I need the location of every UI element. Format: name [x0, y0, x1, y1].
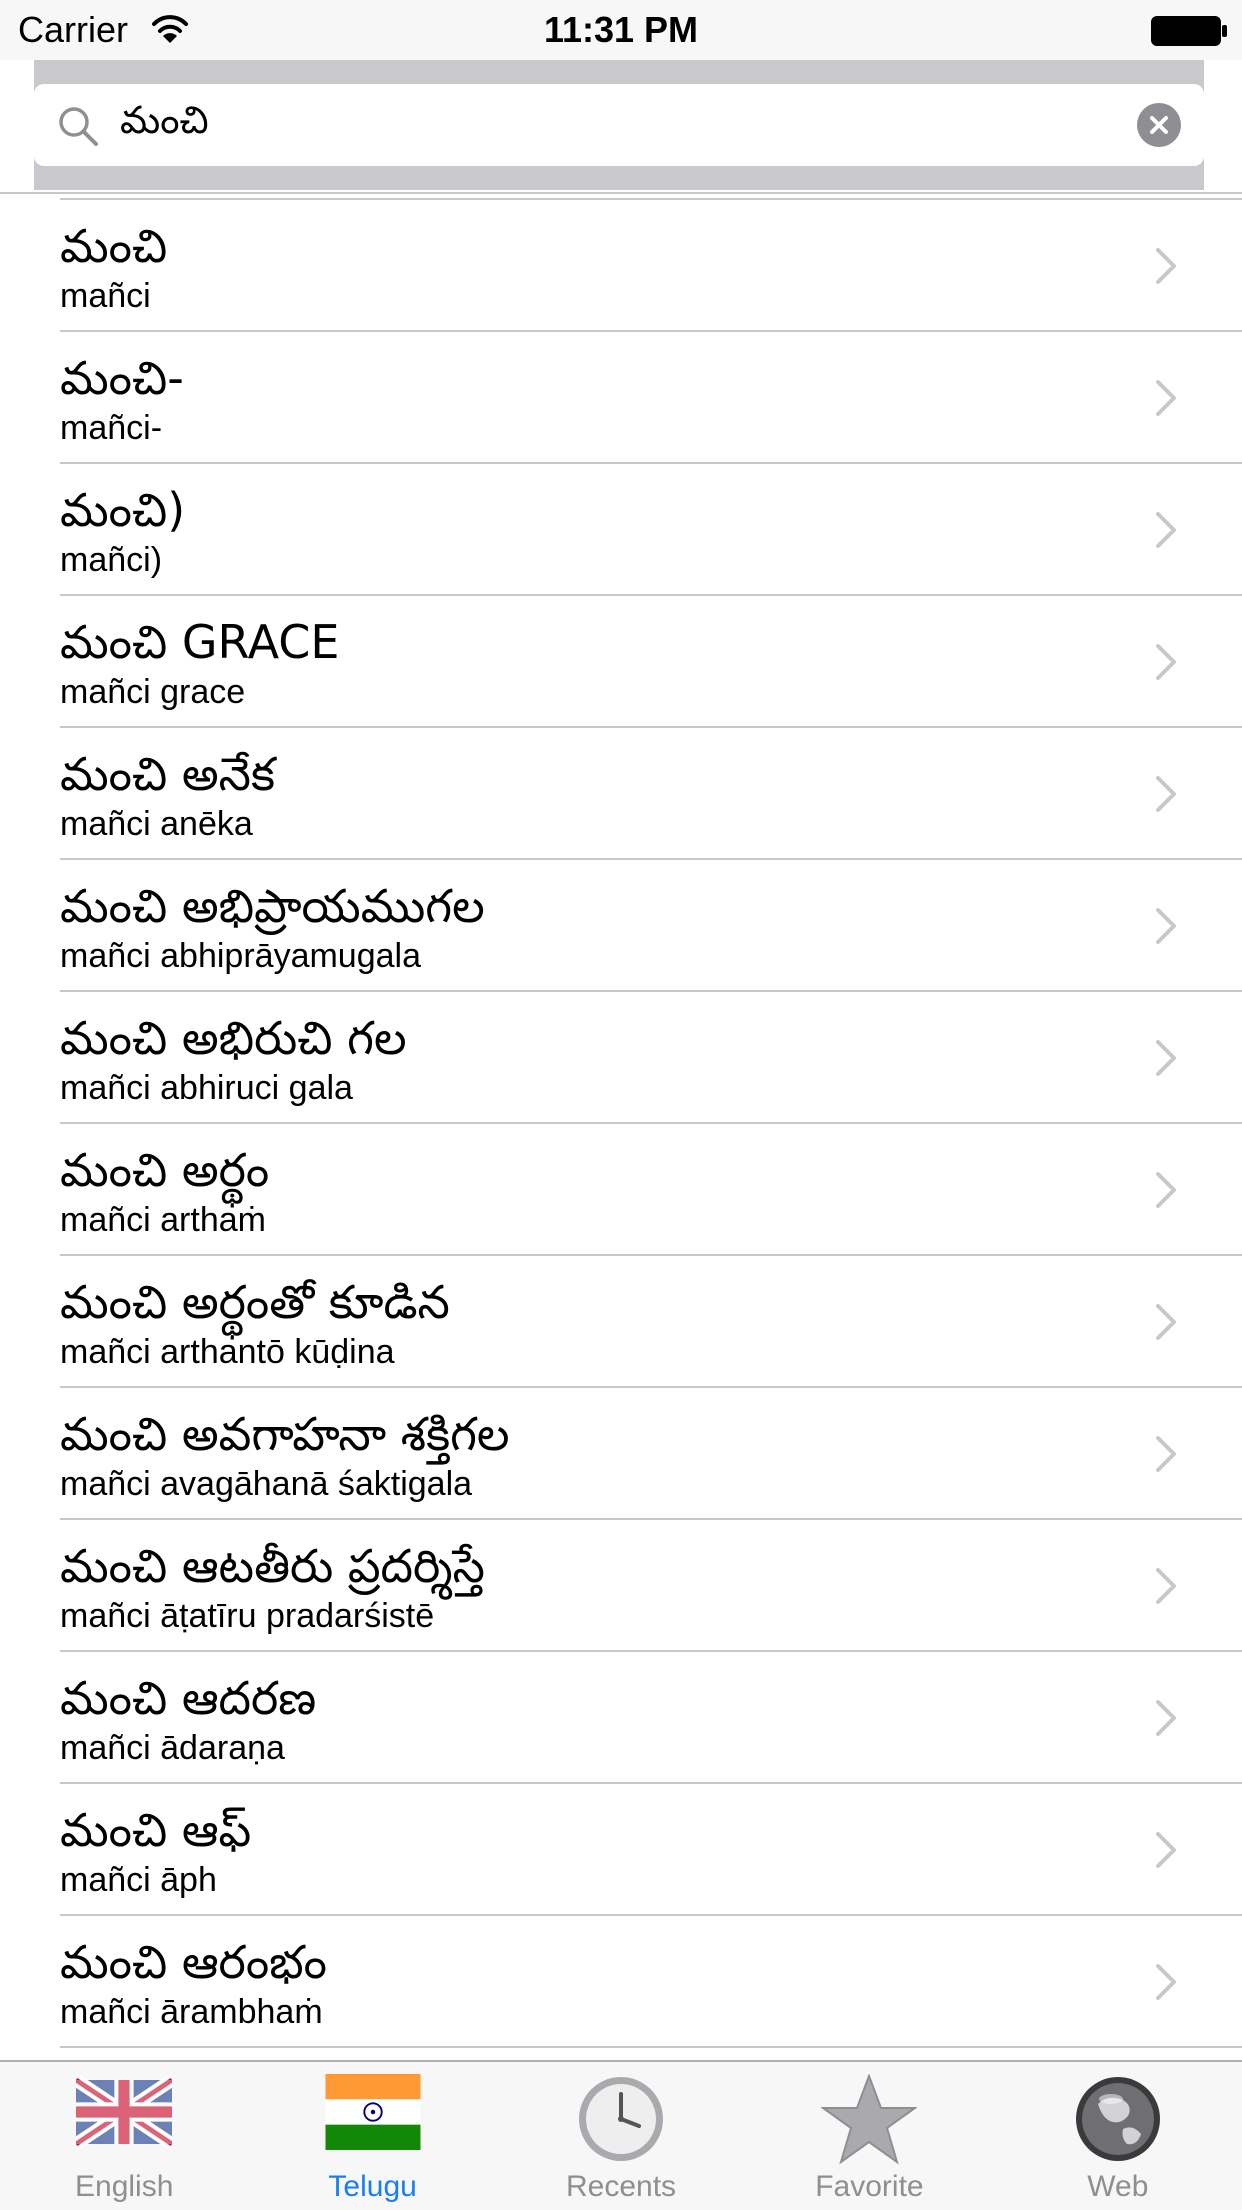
result-transliteration: mañci arthaṁ	[60, 1201, 266, 1239]
clock-icon	[579, 2077, 664, 2161]
result-transliteration: mañci)	[60, 541, 163, 579]
result-telugu: మంచి అభిప్రాయముగల	[60, 879, 485, 933]
result-telugu: మంచి అర్థం	[60, 1143, 270, 1197]
list-item[interactable]: మంచి ఆఫ్ mañci āph	[0, 1784, 1242, 1916]
result-telugu: మంచి అభిరుచి గల	[60, 1011, 407, 1065]
chevron-right-icon	[1156, 644, 1176, 680]
list-item[interactable]: మంచి అర్థం mañci arthaṁ	[0, 1124, 1242, 1256]
close-icon	[1150, 116, 1168, 134]
tab-english[interactable]: English	[0, 2062, 248, 2210]
uk-flag-icon	[76, 2074, 173, 2150]
tab-bar: English Telugu Recents Favorite Web	[0, 2060, 1242, 2210]
tab-label: Web	[1087, 2170, 1149, 2203]
result-transliteration: mañci arthantō kūḍina	[60, 1333, 395, 1371]
tab-telugu[interactable]: Telugu	[248, 2062, 496, 2210]
chevron-right-icon	[1156, 248, 1176, 284]
chevron-right-icon	[1156, 776, 1176, 812]
search-divider	[0, 192, 1242, 194]
list-item[interactable]: మంచి అర్థంతో కూడిన mañci arthantō kūḍina	[0, 1256, 1242, 1388]
result-transliteration: mañci	[60, 277, 151, 315]
list-item[interactable]: మంచి అభిప్రాయముగల mañci abhiprāyamugala	[0, 860, 1242, 992]
tab-label: Telugu	[328, 2170, 417, 2203]
list-item[interactable]: మంచి అభిరుచి గల mañci abhiruci gala	[0, 992, 1242, 1124]
chevron-right-icon	[1156, 1964, 1176, 2000]
list-item[interactable]: మంచి అనేక mañci anēka	[0, 728, 1242, 860]
chevron-right-icon	[1156, 1832, 1176, 1868]
result-transliteration: mañci āph	[60, 1861, 217, 1899]
search-icon	[59, 107, 98, 146]
result-telugu: మంచి GRACE	[60, 615, 340, 669]
chevron-right-icon	[1156, 1172, 1176, 1208]
result-telugu: మంచి ఆదరణ	[60, 1671, 317, 1725]
chevron-right-icon	[1156, 908, 1176, 944]
status-bar: Carrier 11:31 PM	[0, 0, 1242, 60]
battery-icon	[1151, 16, 1227, 46]
chevron-right-icon	[1156, 1040, 1176, 1076]
list-item[interactable]: మంచి- mañci-	[0, 332, 1242, 464]
result-transliteration: mañci abhiruci gala	[60, 1069, 353, 1107]
tab-label: Recents	[565, 2170, 677, 2203]
result-telugu: మంచి-	[60, 351, 184, 405]
list-item[interactable]: మంచి mañci	[0, 200, 1242, 332]
tab-favorite[interactable]: Favorite	[745, 2062, 993, 2210]
result-telugu: మంచి అవగాహనా శక్తిగల	[60, 1407, 510, 1461]
list-item[interactable]: మంచి ఆటతీరు ప్రదర్శిస్తే mañci āṭatīru p…	[0, 1520, 1242, 1652]
result-telugu: మంచి ఆఫ్	[60, 1803, 252, 1857]
list-item[interactable]: మంచి) mañci)	[0, 464, 1242, 596]
result-transliteration: mañci-	[60, 409, 163, 447]
chevron-right-icon	[1156, 1304, 1176, 1340]
list-item[interactable]: మంచి ఆరంభం mañci ārambhaṁ	[0, 1916, 1242, 2048]
result-telugu: మంచి ఆరంభం	[60, 1935, 327, 1989]
tab-label: Favorite	[815, 2170, 924, 2203]
result-transliteration: mañci āṭatīru pradarśistē	[60, 1597, 435, 1635]
result-transliteration: mañci avagāhanā śaktigala	[60, 1465, 473, 1503]
search-input[interactable]	[120, 94, 1120, 156]
result-telugu: మంచి అనేక	[60, 747, 275, 801]
chevron-right-icon	[1156, 380, 1176, 416]
clear-search-button[interactable]	[1137, 103, 1181, 147]
tab-label: English	[75, 2170, 174, 2203]
result-transliteration: mañci abhiprāyamugala	[60, 937, 421, 975]
results-list: మంచి mañci మంచి- mañci- మంచి) mañci) మంచ…	[0, 200, 1242, 2048]
list-item[interactable]: మంచి అవగాహనా శక్తిగల mañci avagāhanā śak…	[0, 1388, 1242, 1520]
india-flag-icon	[325, 2074, 421, 2150]
result-telugu: మంచి	[60, 219, 168, 273]
status-time: 11:31 PM	[543, 9, 699, 50]
tab-web[interactable]: Web	[994, 2062, 1242, 2210]
result-telugu: మంచి ఆటతీరు ప్రదర్శిస్తే	[60, 1539, 485, 1593]
chevron-right-icon	[1156, 1700, 1176, 1736]
tab-recents[interactable]: Recents	[497, 2062, 745, 2210]
search-bar	[34, 84, 1204, 166]
star-icon	[821, 2074, 918, 2165]
result-transliteration: mañci grace	[60, 673, 246, 711]
list-item[interactable]: మంచి GRACE mañci grace	[0, 596, 1242, 728]
search-container	[34, 60, 1204, 190]
result-transliteration: mañci ādaraṇa	[60, 1729, 285, 1767]
chevron-right-icon	[1156, 1436, 1176, 1472]
globe-icon	[1075, 2077, 1160, 2161]
list-item[interactable]: మంచి ఆదరణ mañci ādaraṇa	[0, 1652, 1242, 1784]
result-telugu: మంచి)	[60, 483, 186, 537]
result-telugu: మంచి అర్థంతో కూడిన	[60, 1275, 450, 1329]
chevron-right-icon	[1156, 1568, 1176, 1604]
result-transliteration: mañci anēka	[60, 805, 253, 843]
result-transliteration: mañci ārambhaṁ	[60, 1993, 323, 2031]
chevron-right-icon	[1156, 512, 1176, 548]
